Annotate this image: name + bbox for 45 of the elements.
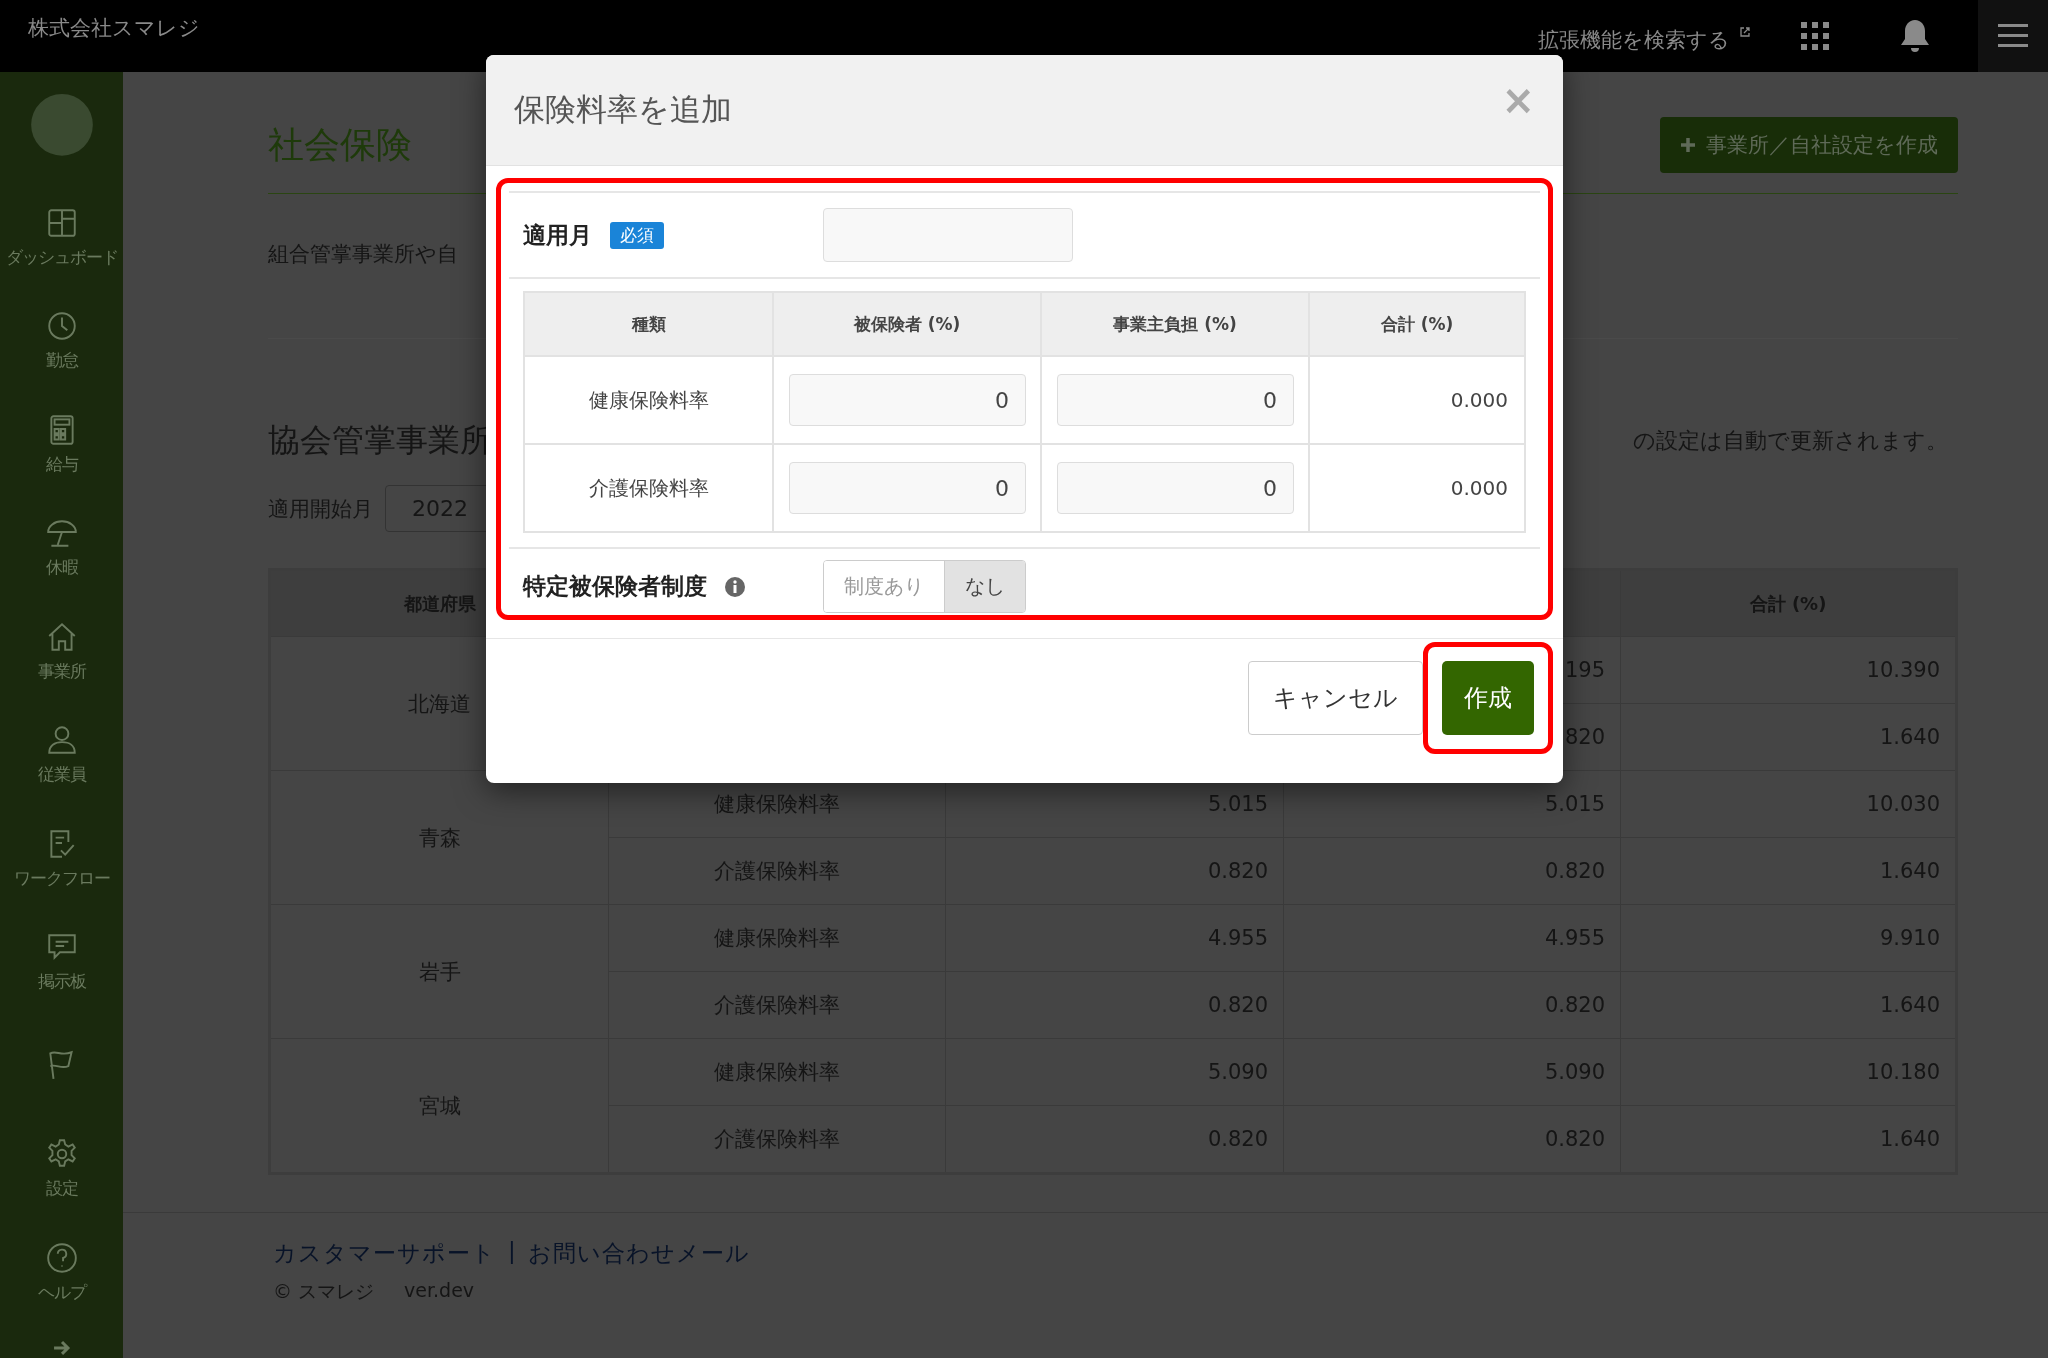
column-header: 種類 [524,292,773,356]
create-office-button[interactable]: 事業所／自社設定を作成 [1660,117,1958,173]
sidebar-item[interactable]: ワークフロー [0,806,123,911]
sidebar-item[interactable]: 勤怠 [0,289,123,393]
create-button[interactable]: 作成 [1442,661,1534,735]
info-icon[interactable] [725,576,745,597]
sidebar-item[interactable]: ヘルプ [0,1220,123,1325]
insured-rate-field[interactable]: 0 [789,462,1026,514]
company-name: 株式会社スマレジ [28,15,200,42]
external-link-icon [1740,27,1750,37]
close-button[interactable]: × [1501,77,1535,123]
plus-icon [1680,137,1696,153]
sidebar-item[interactable]: 休暇 [0,496,123,600]
column-header: 合計 (%) [1309,292,1525,356]
total-rate-cell: 0.000 [1450,388,1508,412]
employer-rate-field[interactable]: 0 [1057,374,1294,426]
insured-rate-field[interactable]: 0 [789,374,1026,426]
sidebar-item[interactable]: ダッシュボード [0,185,123,290]
month-input-field[interactable] [823,208,1073,262]
column-header: 被保険者 (%) [773,292,1041,356]
help-icon [44,1240,79,1275]
menu-icon [1998,24,2028,48]
sidebar-item[interactable]: 掲示板 [0,910,123,1014]
sidebar-item[interactable]: 事業所 [0,599,123,704]
page-title: 社会保険 [268,122,412,167]
rate-type-cell: 健康保険料率 [588,387,709,412]
employer-rate-field[interactable]: 0 [1057,462,1294,514]
notification-bell-icon[interactable] [1900,18,1930,54]
cancel-button[interactable]: キャンセル [1248,661,1423,735]
apps-grid-icon[interactable] [1800,21,1830,51]
link-separator: | [508,1238,516,1266]
dialog-title: 保険料率を追加 [514,90,732,129]
toggle-option[interactable]: なし [944,561,1025,612]
menu-button[interactable] [1978,0,2048,72]
footer-link[interactable]: カスタマーサポート [273,1238,496,1269]
sidebar-item[interactable]: 設定 [0,1117,123,1221]
extension-search-link[interactable]: 拡張機能を検索する [1538,26,1730,54]
total-rate-cell: 0.000 [1450,476,1508,500]
sidebar-item[interactable]: 従業員 [0,703,123,807]
footer-link[interactable]: お問い合わせメール [527,1238,750,1269]
required-badge: 必須 [610,221,664,249]
sidebar-item[interactable]: 給与 [0,392,123,497]
rate-type-cell: 介護保険料率 [588,475,709,500]
column-header: 事業主負担 (%) [1041,292,1309,356]
arrow-right-icon[interactable] [51,1338,72,1358]
